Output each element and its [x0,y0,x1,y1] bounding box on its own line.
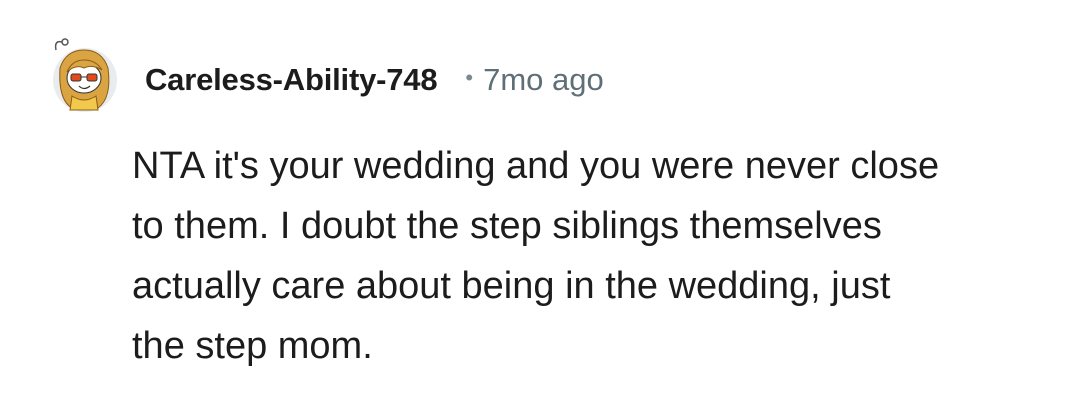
comment-body: NTA it's your wedding and you were never… [132,136,1032,376]
user-avatar[interactable] [50,38,120,114]
comment-body-line: NTA it's your wedding and you were never… [132,145,940,187]
comment-body-line: to them. I doubt the step siblings thems… [132,205,882,247]
comment-body-line: the step mom. [132,325,373,367]
username-link[interactable]: Careless-Ability-748 [145,62,438,98]
snoo-avatar-icon [53,38,117,112]
comment-meta: Careless-Ability-748 • 7mo ago [145,58,604,102]
comment-card: Careless-Ability-748 • 7mo ago NTA it's … [0,0,1080,410]
comment-timestamp: 7mo ago [483,62,604,97]
comment-body-line: actually care about being in the wedding… [132,265,891,307]
meta-separator: • [465,65,474,90]
